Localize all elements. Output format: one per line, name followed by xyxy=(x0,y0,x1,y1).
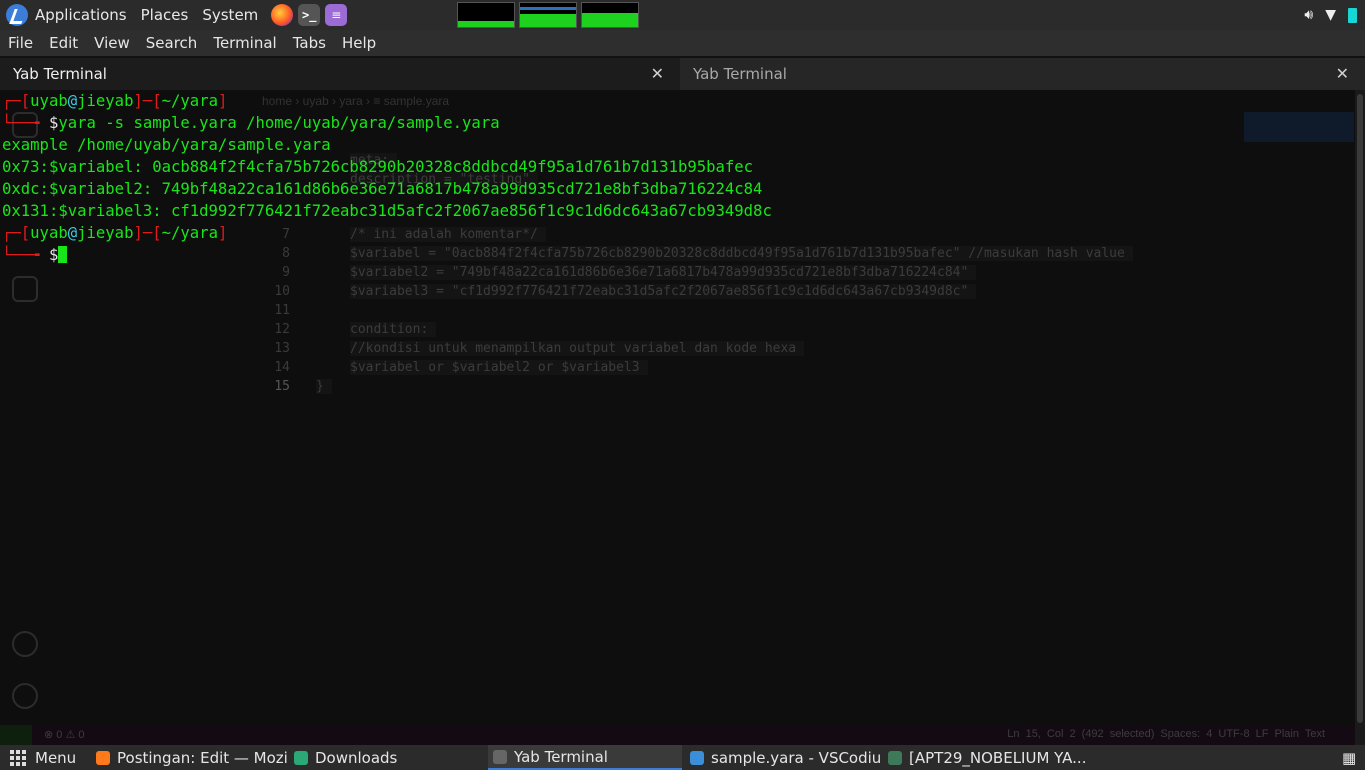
terminal-icon xyxy=(493,749,507,764)
input-line[interactable]: └──╼ $ xyxy=(2,244,68,266)
close-icon[interactable]: ✕ xyxy=(1336,64,1349,83)
taskbar-menu-button[interactable]: Menu xyxy=(10,745,90,770)
taskbar-task-terminal[interactable]: Yab Terminal xyxy=(488,745,682,770)
applications-menu[interactable]: Applications xyxy=(0,0,135,30)
ghost-settings-icon xyxy=(12,683,38,709)
ghost-code-line: } xyxy=(316,379,332,394)
ghost-status-bar: ⊗ 0 ⚠ 0 Ln 15, Col 2 (492 selected) Spac… xyxy=(0,725,1355,745)
taskbar: Menu Postingan: Edit — Mozi... Downloads… xyxy=(0,745,1365,770)
scrollbar-thumb[interactable] xyxy=(1357,94,1363,723)
task-label: Yab Terminal xyxy=(514,747,608,766)
ghost-breadcrumb: home › uyab › yara › ≡ sample.yara xyxy=(262,94,450,108)
tab-yab-terminal-2[interactable]: Yab Terminal ✕ xyxy=(680,58,1365,90)
taskbar-task-vscodium[interactable]: sample.yara - VSCodium xyxy=(690,745,882,770)
taskbar-task-apt29[interactable]: [APT29_NOBELIUM YA... xyxy=(888,745,1088,770)
tab-label: Yab Terminal xyxy=(693,65,787,83)
ghost-line-number: 15 xyxy=(274,379,290,394)
ghost-line-number: 13 xyxy=(274,341,290,356)
task-label: Downloads xyxy=(315,748,398,767)
ghost-problems: ⊗ 0 ⚠ 0 xyxy=(44,729,85,741)
ghost-code-line: $variabel or $variabel2 or $variabel3 xyxy=(350,360,648,375)
ghost-minimap xyxy=(1244,112,1354,142)
cpu-monitor[interactable] xyxy=(457,2,516,28)
menu-tabs[interactable]: Tabs xyxy=(285,34,334,52)
ghost-code-line: $variabel3 = "cf1d992f776421f72eabc31d5a… xyxy=(350,284,977,299)
menu-label: Menu xyxy=(35,748,77,767)
firefox-icon[interactable] xyxy=(271,4,294,26)
ghost-line-number: 12 xyxy=(274,322,290,337)
menu-terminal[interactable]: Terminal xyxy=(205,34,284,52)
menu-search[interactable]: Search xyxy=(138,34,206,52)
places-menu[interactable]: Places xyxy=(135,0,197,30)
text-editor-icon[interactable]: ≡ xyxy=(325,4,348,26)
taskbar-task-downloads[interactable]: Downloads xyxy=(294,745,484,770)
distro-logo-icon xyxy=(6,4,28,26)
ghost-status-right: Ln 15, Col 2 (492 selected) Spaces: 4 UT… xyxy=(1007,728,1325,740)
ghost-extensions-icon xyxy=(12,276,38,302)
ghost-account-icon xyxy=(12,631,38,657)
output-line: 0x73:$variabel: 0acb884f2f4cfa75b726cb82… xyxy=(2,158,754,176)
app-icon xyxy=(888,750,902,765)
menu-help[interactable]: Help xyxy=(334,34,384,52)
ghost-code-line: $variabel2 = "749bf48a22ca161d86b6e36e71… xyxy=(350,265,977,280)
text-cursor xyxy=(58,246,68,263)
ghost-line-number: 7 xyxy=(282,227,290,242)
output-line: example /home/uyab/yara/sample.yara xyxy=(2,136,331,154)
task-label: [APT29_NOBELIUM YA... xyxy=(909,748,1087,767)
system-tray: 🔊︎ ▼ xyxy=(1304,0,1357,30)
menu-view[interactable]: View xyxy=(86,34,138,52)
prompt-line-1: ┌─[uyab@jieyab]─[~/yara] xyxy=(2,92,228,110)
system-monitors xyxy=(457,2,640,28)
ghost-line-number: 11 xyxy=(274,303,290,318)
ghost-code-line: condition: xyxy=(350,322,437,337)
output-line: 0x131:$variabel3: cf1d992f776421f72eabc3… xyxy=(2,202,772,220)
command-line: └──╼ $yara -s sample.yara /home/uyab/yar… xyxy=(2,114,500,132)
menu-edit[interactable]: Edit xyxy=(41,34,86,52)
terminal-icon[interactable]: >_ xyxy=(298,4,321,26)
tab-yab-terminal-1[interactable]: Yab Terminal ✕ xyxy=(0,58,680,90)
folder-icon xyxy=(294,750,308,765)
ghost-code-line: //kondisi untuk menampilkan output varia… xyxy=(350,341,805,356)
show-desktop-icon[interactable]: ▦ xyxy=(1342,745,1362,770)
memory-monitor[interactable] xyxy=(519,2,578,28)
ghost-code-line: $variabel = "0acb884f2f4cfa75b726cb8290b… xyxy=(350,246,1133,261)
ghost-line-number: 14 xyxy=(274,360,290,375)
output-line: 0xdc:$variabel2: 749bf48a22ca161d86b6e36… xyxy=(2,180,763,198)
ghost-line-number: 8 xyxy=(282,246,290,261)
battery-icon[interactable] xyxy=(1348,7,1357,23)
ghost-remote-icon xyxy=(0,725,32,745)
network-monitor[interactable] xyxy=(581,2,640,28)
vscodium-icon xyxy=(690,750,704,765)
volume-icon[interactable]: 🔊︎ xyxy=(1304,7,1313,23)
system-label: System xyxy=(202,6,259,24)
system-menu[interactable]: System xyxy=(196,0,266,30)
ghost-line-number: 9 xyxy=(282,265,290,280)
terminal-view[interactable]: home › uyab › yara › ≡ sample.yara meta:… xyxy=(0,90,1355,745)
ghost-line-number: 10 xyxy=(274,284,290,299)
firefox-icon xyxy=(96,750,110,765)
applications-label: Applications xyxy=(35,6,127,24)
apps-grid-icon xyxy=(10,749,26,766)
taskbar-task-firefox[interactable]: Postingan: Edit — Mozi... xyxy=(96,745,288,770)
tab-bar: Yab Terminal ✕ Yab Terminal ✕ xyxy=(0,58,1365,90)
close-icon[interactable]: ✕ xyxy=(651,64,664,83)
prompt-line-2: ┌─[uyab@jieyab]─[~/yara] xyxy=(2,224,228,242)
ghost-code-line: /* ini adalah komentar*/ xyxy=(350,227,546,242)
tab-label: Yab Terminal xyxy=(13,65,107,83)
wifi-icon[interactable]: ▼ xyxy=(1325,7,1336,23)
task-label: Postingan: Edit — Mozi... xyxy=(117,748,288,767)
terminal-menubar: File Edit View Search Terminal Tabs Help xyxy=(0,30,1365,56)
menu-file[interactable]: File xyxy=(0,34,41,52)
task-label: sample.yara - VSCodium xyxy=(711,748,882,767)
places-label: Places xyxy=(140,6,189,24)
top-panel: Applications Places System >_ ≡ 🔊︎ ▼ xyxy=(0,0,1365,30)
terminal-scrollbar[interactable] xyxy=(1355,90,1365,745)
